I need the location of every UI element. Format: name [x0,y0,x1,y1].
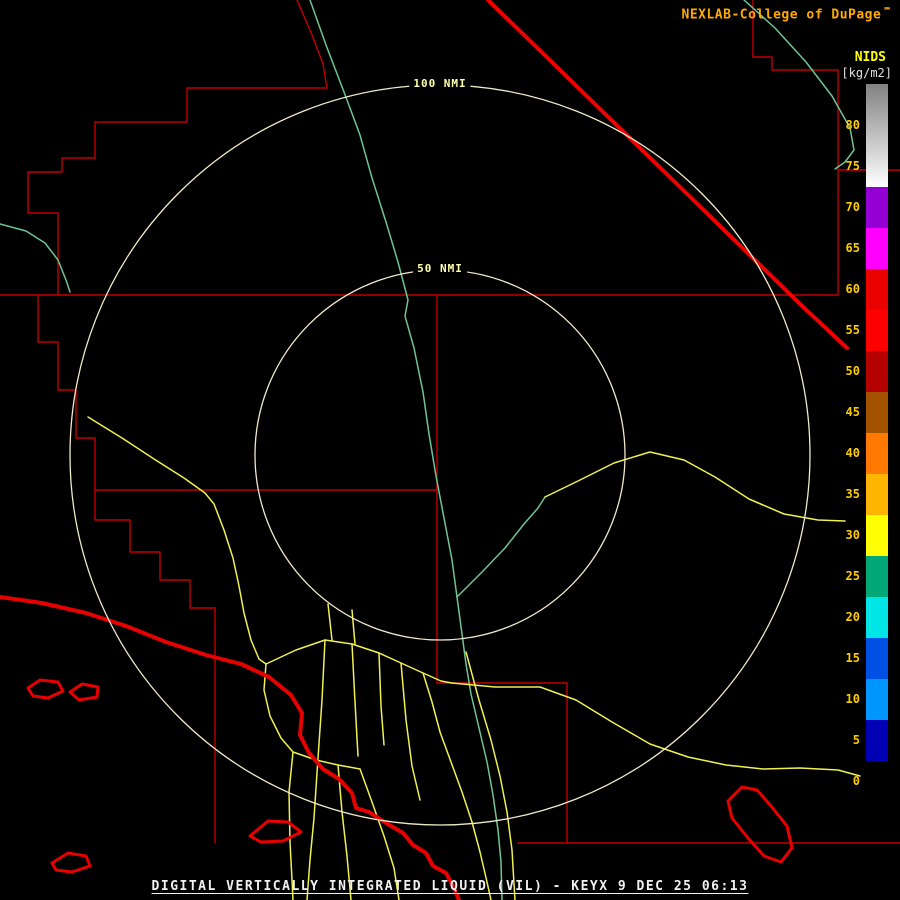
colorbar-tick: 65 [830,240,860,256]
colorbar-tick: 35 [830,486,860,502]
highway [401,663,420,800]
radar-display: NEXLAB-College of DuPage℠ NIDS [kg/m2] 1… [0,0,900,900]
colorbar-tick: 10 [830,691,860,707]
range-ring [255,270,625,640]
brand-text: NEXLAB-College of DuPage [682,7,882,22]
service-mark: ℠ [883,6,892,15]
colorbar-tick: 15 [830,650,860,666]
colorbar-segment [866,638,888,679]
colorbar-segment [866,269,888,310]
colorbar-units: [kg/m2] [841,66,892,80]
island-outline [70,684,98,700]
colorbar-segment [866,392,888,433]
county-boundary [95,490,215,843]
colorbar [866,84,888,802]
highway [352,644,358,756]
colorbar-segment [866,310,888,351]
island-outline [28,680,63,698]
colorbar-tick: 20 [830,609,860,625]
island-outline [52,853,90,872]
highway [293,752,360,769]
colorbar-segment [866,187,888,228]
island-outline [250,821,301,842]
colorbar-segment [866,761,888,802]
colorbar-segment [866,597,888,638]
highway [466,652,515,900]
highway [328,604,332,640]
colorbar-segment [866,556,888,597]
colorbar-tick: 25 [830,568,860,584]
product-title: DIGITAL VERTICALLY INTEGRATED LIQUID (VI… [0,879,900,894]
state-border [488,0,847,348]
ring-label-100nmi: 100 NMI [409,76,470,91]
colorbar-segment [866,228,888,269]
colorbar-title: NIDS [855,50,886,65]
highway [352,610,355,644]
highway [88,417,266,664]
highway [379,653,384,745]
colorbar-tick: 40 [830,445,860,461]
highway [452,683,860,776]
colorbar-tick: 50 [830,363,860,379]
colorbar-segment [866,474,888,515]
colorbar-segment [866,515,888,556]
colorbar-segment [866,679,888,720]
colorbar-tick: 60 [830,281,860,297]
colorbar-tick: 70 [830,199,860,215]
ring-label-50nmi: 50 NMI [413,261,467,276]
range-ring [70,85,810,825]
colorbar-segment [866,351,888,392]
colorbar-segment [866,433,888,474]
brand: NEXLAB-College of DuPage℠ [682,6,893,22]
county-boundary [28,0,327,295]
river [0,224,70,292]
colorbar-tick: 55 [830,322,860,338]
highway [545,452,845,521]
colorbar-tick: 5 [830,732,860,748]
colorbar-tick: 30 [830,527,860,543]
colorbar-tick: 80 [830,117,860,133]
colorbar-tick: 75 [830,158,860,174]
island-outline [728,787,792,862]
river [457,497,545,597]
county-boundary [38,295,95,490]
colorbar-segment [866,84,888,187]
colorbar-tick: 45 [830,404,860,420]
colorbar-segment [866,720,888,761]
colorbar-tick: 0 [830,773,860,789]
radar-map [0,0,900,900]
